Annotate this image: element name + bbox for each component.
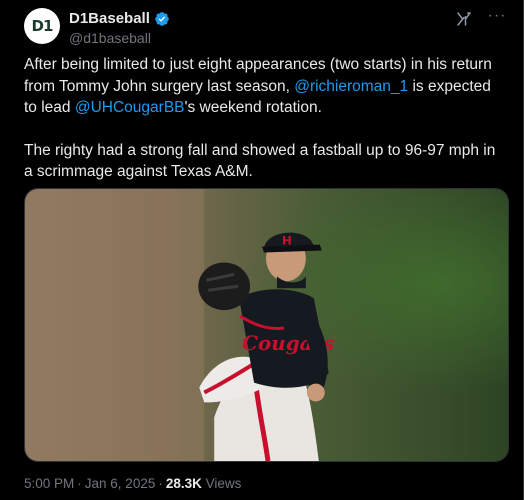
mention-link-uhcougarbb[interactable]: @UHCougarBB <box>75 99 185 116</box>
tweet-header: D1 D1Baseball @d1baseball ··· <box>24 8 509 50</box>
tweet-paragraph-1: After being limited to just eight appear… <box>24 54 504 119</box>
tweet-meta: 5:00 PM · Jan 6, 2025 · 28.3K Views <box>24 476 241 491</box>
tweet-date[interactable]: Jan 6, 2025 <box>85 476 156 491</box>
mention-link-richieroman[interactable]: @richieroman_1 <box>294 78 408 95</box>
author-handle[interactable]: @d1baseball <box>69 30 170 46</box>
avatar[interactable]: D1 <box>24 8 60 44</box>
tweet-paragraph-2: The righty had a strong fall and showed … <box>24 141 496 181</box>
tweet-text-segment: 's weekend rotation. <box>184 99 322 116</box>
display-name-row: D1Baseball <box>69 10 170 27</box>
tweet-time[interactable]: 5:00 PM <box>24 476 74 491</box>
tweet-card: D1 D1Baseball @d1baseball ··· After bein… <box>0 0 524 500</box>
more-options-icon[interactable]: ··· <box>485 8 509 28</box>
author-display-name[interactable]: D1Baseball <box>69 10 150 27</box>
tweet-photo[interactable]: Cougars H <box>24 188 509 462</box>
tweet-text: After being limited to just eight appear… <box>24 54 504 183</box>
meta-separator: · <box>158 476 163 491</box>
views-label: Views <box>205 476 242 491</box>
pitcher-photo: Cougars H <box>25 189 508 461</box>
meta-separator: · <box>77 476 82 491</box>
avatar-logo-text: D1 <box>31 17 54 35</box>
author-names: D1Baseball @d1baseball <box>69 10 170 46</box>
grok-icon[interactable] <box>455 10 473 28</box>
views-count: 28.3K <box>165 476 202 491</box>
svg-text:H: H <box>282 234 292 248</box>
verified-badge-icon <box>155 11 169 26</box>
